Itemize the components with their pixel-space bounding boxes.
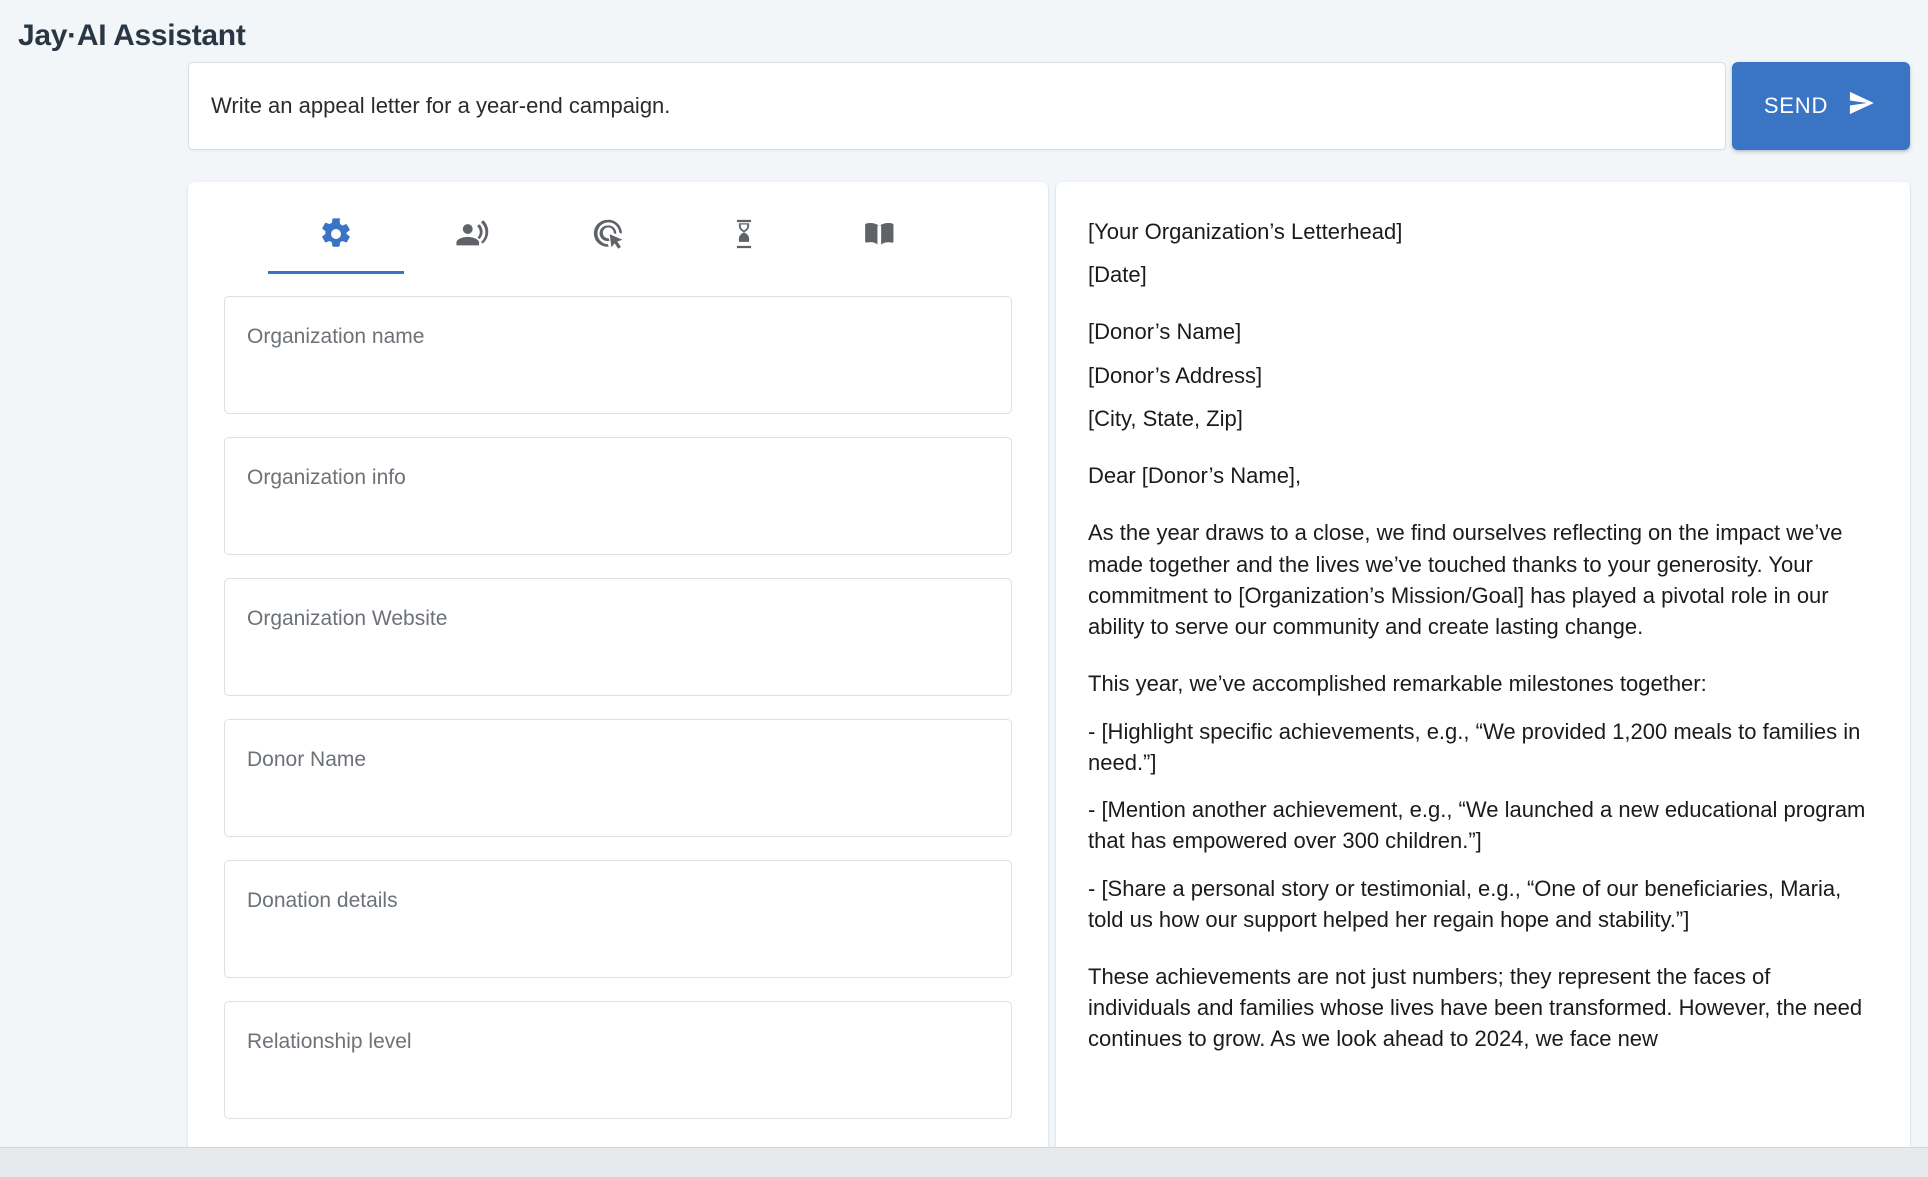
letter-bullet-1: - [Highlight specific achievements, e.g.… [1088,718,1861,775]
send-icon [1844,89,1878,123]
form-panel [188,182,1048,1149]
organization-name-input[interactable] [224,296,1012,414]
letter-letterhead: [Your Organization’s Letterhead] [1088,219,1403,244]
letter-donor-address: [Donor’s Address] [1088,362,1263,388]
letter-date: [Date] [1088,262,1147,288]
letter-donor-name: [Donor’s Name] [1088,319,1242,345]
record-voice-icon [455,217,489,251]
donation-details-input[interactable] [224,860,1012,978]
horizontal-scrollbar[interactable] [0,1147,1928,1177]
send-button-label: SEND [1763,93,1829,118]
page-title: Jay·AI Assistant [18,19,246,52]
ad-target-icon [591,217,625,251]
tab-voice[interactable] [404,196,540,274]
letter-donor-city: [City, State, Zip] [1088,405,1243,431]
letter-bullet-3: - [Share a personal story or testimonial… [1088,875,1842,932]
open-book-icon [862,217,898,251]
letter-paragraph-2: These achievements are not just numbers;… [1088,963,1863,1052]
prompt-row: Write an appeal letter for a year-end ca… [0,62,1928,154]
form-area [188,274,1048,1142]
tab-settings[interactable] [268,196,404,274]
letter-bullet-2: - [Mention another achievement, e.g., “W… [1088,797,1866,854]
letter-output-panel: [Your Organization’s Letterhead] [Date] … [1056,182,1910,1149]
letter-salutation: Dear [Donor’s Name], [1088,463,1302,489]
tab-ads[interactable] [540,196,676,274]
tab-bar [268,182,948,274]
organization-info-input[interactable] [224,437,1012,555]
hourglass-icon [727,217,761,251]
donor-name-input[interactable] [224,719,1012,837]
workspace: [Your Organization’s Letterhead] [Date] … [0,154,1928,1149]
tab-library[interactable] [812,196,948,274]
letter-paragraph-1: As the year draws to a close, we find ou… [1088,520,1843,640]
letter-body: [Your Organization’s Letterhead] [Date] … [1056,182,1910,1149]
gear-icon [319,217,353,251]
tab-history[interactable] [676,196,812,274]
prompt-input[interactable]: Write an appeal letter for a year-end ca… [188,62,1726,150]
prompt-input-value: Write an appeal letter for a year-end ca… [211,92,671,118]
relationship-level-input[interactable] [224,1001,1012,1119]
app-header: Jay·AI Assistant [0,0,1928,62]
organization-website-input[interactable] [224,578,1012,696]
send-button[interactable]: SEND [1732,62,1910,150]
letter-milestones-intro: This year, we’ve accomplished remarkable… [1088,671,1707,697]
